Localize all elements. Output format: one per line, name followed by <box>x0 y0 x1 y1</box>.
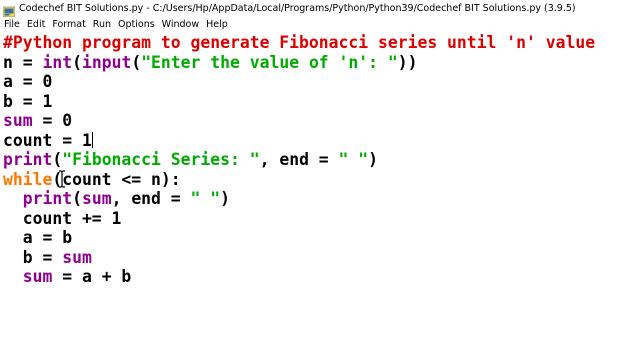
code-token-builtin: sum <box>22 267 53 286</box>
code-line[interactable]: #Python program to generate Fibonacci se… <box>3 33 595 53</box>
code-token-plain: = 0 <box>32 111 73 130</box>
code-token-builtin: input <box>81 52 132 72</box>
title-bar: Codechef BIT Solutions.py - C:/Users/Hp/… <box>0 0 640 17</box>
code-line[interactable]: while(count <= n): <box>3 170 181 190</box>
code-token-plain: ) <box>368 150 379 169</box>
code-line[interactable]: b = sum <box>3 248 92 268</box>
code-line[interactable]: print(sum, end = " ") <box>3 189 230 209</box>
code-token-builtin: int <box>42 52 73 72</box>
code-editor[interactable]: #Python program to generate Fibonacci se… <box>0 32 640 360</box>
code-token-string: " " <box>338 150 369 169</box>
code-token-builtin: print <box>22 189 73 208</box>
code-line[interactable]: sum = a + b <box>3 267 132 287</box>
code-line[interactable]: a = 0 <box>3 72 52 92</box>
menu-window[interactable]: Window <box>162 19 199 30</box>
menu-help[interactable]: Help <box>206 19 228 30</box>
menu-run[interactable]: Run <box>93 19 111 30</box>
code-token-builtin: sum <box>3 111 33 130</box>
code-token-kw: while <box>3 169 53 189</box>
code-token-plain: a = 0 <box>3 72 53 91</box>
code-token-plain: , end = <box>111 189 191 208</box>
code-line[interactable]: b = 1 <box>3 92 52 112</box>
menu-file[interactable]: File <box>4 19 20 30</box>
code-token-plain: count += 1 <box>3 208 122 228</box>
code-token-string: "Fibonacci Series: " <box>62 150 260 169</box>
code-token-plain: a = b <box>3 228 73 247</box>
code-token-builtin: sum <box>81 189 112 208</box>
code-token-plain: = a + b <box>52 267 132 286</box>
code-token-plain: )) <box>397 52 418 72</box>
code-line[interactable]: count += 1 <box>3 208 122 229</box>
text-caret <box>91 131 93 148</box>
code-token-plain: ( <box>131 52 142 72</box>
code-token-plain: ( <box>72 52 82 72</box>
text-cursor-icon <box>59 170 65 188</box>
code-token-plain: ( <box>52 150 63 169</box>
code-token-plain: b = <box>3 247 63 267</box>
code-token-plain: b = 1 <box>3 91 53 111</box>
code-token-string: "Enter the value of 'n': " <box>141 52 398 72</box>
code-line[interactable]: print("Fibonacci Series: ", end = " ") <box>3 150 378 170</box>
menu-edit[interactable]: Edit <box>27 19 45 30</box>
code-token-plain: , end = <box>259 150 339 169</box>
menu-bar: File Edit Format Run Options Window Help <box>0 17 640 33</box>
code-token-comment: #Python program to generate Fibonacci se… <box>3 33 596 52</box>
window-title: Codechef BIT Solutions.py - C:/Users/Hp/… <box>19 3 576 14</box>
code-token-plain: ( <box>72 189 82 208</box>
code-line[interactable]: count = 1 <box>3 131 93 151</box>
code-token-plain: count = 1 <box>3 130 92 150</box>
code-line[interactable]: sum = 0 <box>3 111 72 131</box>
code-token-string: " " <box>190 189 221 208</box>
code-token-plain: ) <box>220 189 231 208</box>
menu-options[interactable]: Options <box>118 19 155 30</box>
menu-format[interactable]: Format <box>52 19 85 30</box>
code-line[interactable]: n = int(input("Enter the value of 'n': "… <box>3 53 418 73</box>
python-idle-icon <box>2 3 16 17</box>
code-token-builtin: print <box>3 150 53 169</box>
code-token-builtin: sum <box>62 247 92 267</box>
code-line[interactable]: a = b <box>3 228 72 248</box>
code-token-plain: n = <box>3 52 43 72</box>
code-token-plain: (count <= n): <box>52 169 181 189</box>
